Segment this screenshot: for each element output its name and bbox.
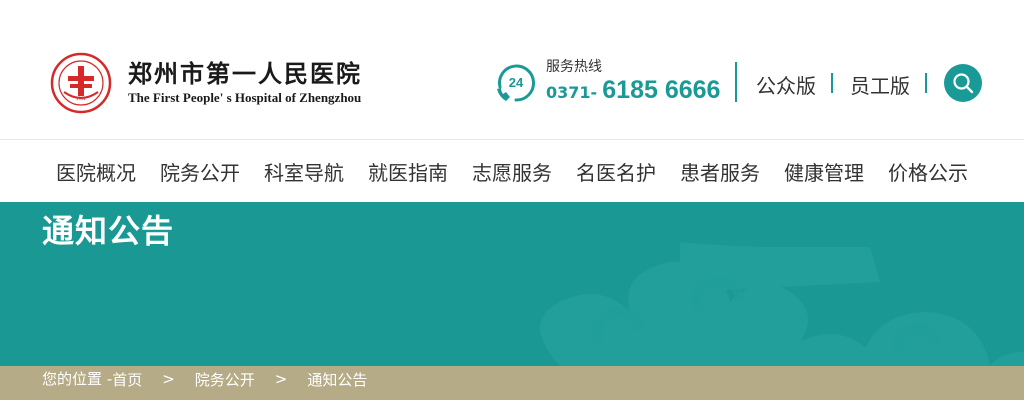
hospital-name-cn: 郑州市第一人民医院 bbox=[128, 59, 362, 88]
hospital-seal-icon: 1942 bbox=[50, 52, 112, 114]
breadcrumb-separator: > bbox=[162, 370, 175, 388]
header-divider bbox=[735, 62, 737, 102]
main-nav: 医院概况 院务公开 科室导航 就医指南 志愿服务 名医名护 患者服务 健康管理 … bbox=[0, 141, 1024, 202]
site-header: 1942 郑州市第一人民医院 The First People' s Hospi… bbox=[0, 0, 1024, 140]
hotline-number: 0371- 6185 6666 bbox=[546, 76, 721, 104]
nav-item-price-disclosure[interactable]: 价格公示 bbox=[888, 161, 968, 185]
hospital-logo[interactable]: 1942 郑州市第一人民医院 The First People' s Hospi… bbox=[50, 52, 362, 114]
nav-item-affairs-disclosure[interactable]: 院务公开 bbox=[160, 161, 240, 185]
svg-text:24: 24 bbox=[509, 75, 524, 90]
hotline-label: 服务热线 bbox=[546, 59, 602, 75]
svg-text:1942: 1942 bbox=[76, 96, 87, 101]
breadcrumb-prefix: 您的位置 - bbox=[42, 370, 113, 388]
service-hotline: 24 服务热线 0371- 6185 6666 bbox=[494, 58, 720, 107]
breadcrumb-home-link[interactable]: 首页 bbox=[112, 369, 142, 390]
breadcrumb-current[interactable]: 通知公告 bbox=[307, 369, 367, 390]
page-title: 通知公告 bbox=[42, 212, 175, 250]
nav-item-famous-doctors[interactable]: 名医名护 bbox=[576, 161, 656, 185]
breadcrumb-separator: > bbox=[274, 370, 288, 388]
breadcrumb-affairs-link[interactable]: 院务公开 bbox=[195, 369, 255, 390]
search-button[interactable] bbox=[944, 64, 982, 102]
nav-item-medical-guide[interactable]: 就医指南 bbox=[368, 161, 448, 185]
hospital-name-en: The First People' s Hospital of Zhengzho… bbox=[128, 90, 362, 105]
link-divider bbox=[831, 73, 833, 93]
nav-item-departments[interactable]: 科室导航 bbox=[264, 161, 344, 185]
nav-item-patient-services[interactable]: 患者服务 bbox=[680, 161, 760, 185]
search-icon bbox=[953, 73, 974, 94]
nav-item-volunteer[interactable]: 志愿服务 bbox=[472, 161, 552, 185]
nav-item-health-management[interactable]: 健康管理 bbox=[784, 161, 864, 185]
page-banner: 通知公告 bbox=[0, 202, 1024, 366]
nav-item-hospital-overview[interactable]: 医院概况 bbox=[56, 161, 136, 185]
breadcrumb: 您的位置 - 首页 > 院务公开 > 通知公告 bbox=[0, 366, 1024, 400]
link-divider bbox=[925, 73, 927, 93]
staff-version-link[interactable]: 员工版 bbox=[850, 70, 910, 99]
phone-24h-icon: 24 bbox=[497, 64, 536, 102]
public-version-link[interactable]: 公众版 bbox=[756, 70, 816, 99]
